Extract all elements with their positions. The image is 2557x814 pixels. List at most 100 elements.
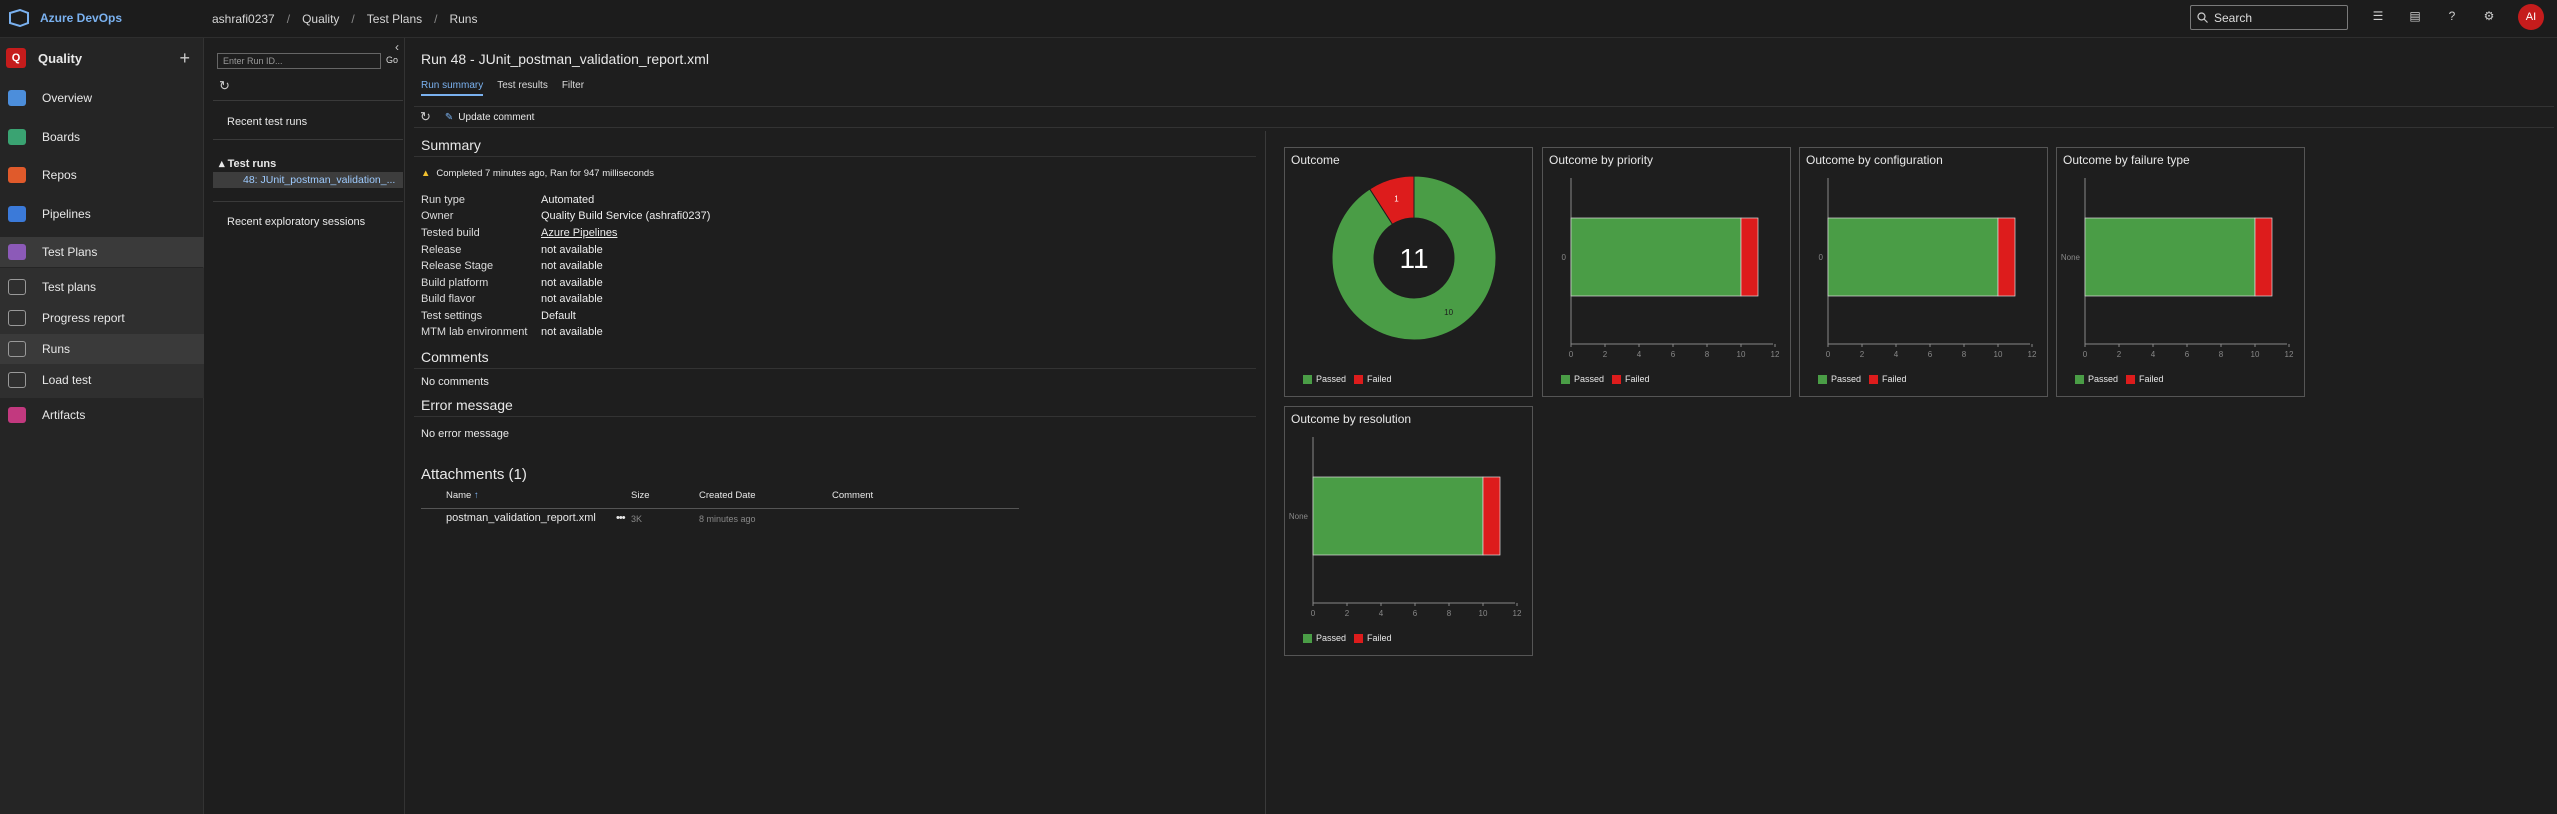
- outcome-by-resolution-card: Outcome by resolution 0 2 4 6 8 10 12 None Pass…: [1284, 406, 1533, 656]
- attachment-date: 8 minutes ago: [699, 514, 756, 524]
- collapse-icon[interactable]: ‹: [395, 40, 399, 54]
- nav-item-pipelines[interactable]: Pipelines: [0, 199, 204, 229]
- category-label: 0: [1819, 253, 1824, 262]
- breadcrumb-project[interactable]: Quality: [302, 12, 339, 26]
- list-icon[interactable]: ☰: [2370, 8, 2386, 24]
- selected-run-item[interactable]: 48: JUnit_postman_validation_...: [213, 172, 403, 188]
- failed-bar: [1482, 476, 1501, 556]
- x-tick-label: 6: [1671, 350, 1676, 359]
- attachment-row[interactable]: postman_validation_report.xml ••• 3K 8 m…: [446, 512, 832, 526]
- nav-label: Load test: [42, 373, 92, 387]
- project-name: Quality: [38, 50, 83, 66]
- prop-value: Default: [541, 310, 576, 322]
- update-comment-button[interactable]: ✎ Update comment: [445, 112, 535, 123]
- legend-failed-label: Failed: [2139, 373, 2164, 384]
- category-label: 0: [1562, 253, 1567, 262]
- prop-value: not available: [541, 293, 603, 305]
- recent-exploratory-link[interactable]: Recent exploratory sessions: [227, 216, 365, 228]
- prop-owner: Owner Quality Build Service (ashrafi0237): [421, 210, 710, 222]
- boards-icon: [8, 129, 26, 145]
- passed-bar: [1312, 476, 1484, 556]
- tab-run-summary[interactable]: Run summary: [421, 80, 484, 96]
- legend-passed: Passed: [2075, 374, 2118, 384]
- slice-label: 10: [1444, 308, 1453, 317]
- search-placeholder: Search: [2214, 10, 2253, 25]
- content-divider: [1265, 131, 1266, 814]
- page-title: Run 48 - JUnit_postman_validation_report…: [421, 51, 709, 67]
- go-button[interactable]: Go: [386, 55, 398, 65]
- add-icon[interactable]: +: [179, 48, 190, 69]
- tab-filter[interactable]: Filter: [562, 80, 584, 96]
- project-header[interactable]: Q Quality +: [6, 47, 196, 69]
- divider: [414, 368, 1256, 369]
- legend-failed-label: Failed: [1625, 373, 1650, 384]
- avatar[interactable]: AI: [2518, 4, 2544, 30]
- nav-label: Artifacts: [42, 408, 86, 422]
- legend: Passed Failed: [1561, 374, 1650, 384]
- x-tick-label: 0: [2083, 350, 2088, 359]
- attachment-name[interactable]: postman_validation_report.xml: [446, 512, 616, 526]
- refresh-icon[interactable]: ↻: [420, 109, 431, 125]
- nav-item-progress-report[interactable]: Progress report: [0, 303, 204, 333]
- x-tick-label: 6: [1928, 350, 1933, 359]
- nav-item-boards[interactable]: Boards: [0, 122, 204, 152]
- nav-item-artifacts[interactable]: Artifacts: [0, 400, 204, 430]
- breadcrumb-test-plans[interactable]: Test Plans: [367, 12, 422, 26]
- refresh-icon[interactable]: ↻: [219, 78, 230, 94]
- recent-test-runs-link[interactable]: Recent test runs: [227, 116, 307, 128]
- breadcrumb-org[interactable]: ashrafi0237: [212, 12, 275, 26]
- test-runs-header[interactable]: ▴ Test runs: [219, 157, 276, 170]
- nav-item-repos[interactable]: Repos: [0, 160, 204, 190]
- prop-key: MTM lab environment: [421, 326, 528, 338]
- azure-devops-logo-icon: [9, 9, 29, 27]
- attachments-header: Attachments (1): [421, 466, 527, 483]
- col-created-date[interactable]: Created Date: [699, 490, 832, 501]
- legend-failed-label: Failed: [1367, 373, 1392, 384]
- brand[interactable]: Azure DevOps: [8, 9, 122, 27]
- clipboard-icon[interactable]: ▤: [2407, 8, 2423, 24]
- tabs: Run summary Test results Filter: [421, 80, 584, 96]
- breadcrumb-separator: /: [351, 12, 355, 26]
- nav-item-test-plans-sub[interactable]: Test plans: [0, 272, 204, 302]
- status-text: Completed 7 minutes ago, Ran for 947 mil…: [436, 168, 654, 179]
- col-size[interactable]: Size: [631, 490, 699, 501]
- divider: [213, 100, 403, 101]
- help-icon[interactable]: ?: [2444, 8, 2460, 24]
- prop-value: not available: [541, 260, 603, 272]
- legend-passed: Passed: [1818, 374, 1861, 384]
- tested-build-link[interactable]: Azure Pipelines: [541, 227, 617, 239]
- nav-item-load-test[interactable]: Load test: [0, 365, 204, 395]
- tab-test-results[interactable]: Test results: [497, 80, 548, 96]
- resolution-bar-chart: 0 2 4 6 8 10 12 None: [1289, 437, 1522, 618]
- prop-value: Automated: [541, 194, 595, 206]
- col-comment[interactable]: Comment: [832, 490, 873, 501]
- nav-item-overview[interactable]: Overview: [0, 83, 204, 113]
- outcome-donut-chart: 1 10 11: [1331, 175, 1497, 341]
- sort-arrow-icon: ↑: [473, 490, 479, 501]
- failed-bar: [1997, 217, 2016, 297]
- x-tick-label: 0: [1311, 609, 1316, 618]
- divider: [213, 139, 403, 140]
- outcome-by-failure-type-card: Outcome by failure type 0 2 4 6 8 10 12 None Pa…: [2056, 147, 2305, 397]
- run-id-input[interactable]: Enter Run ID...: [217, 53, 381, 69]
- pencil-icon: ✎: [444, 111, 454, 123]
- slice-label: 1: [1394, 195, 1399, 204]
- x-tick-label: 4: [1379, 609, 1384, 618]
- more-icon[interactable]: •••: [616, 512, 631, 526]
- user-settings-icon[interactable]: ⚙: [2481, 8, 2497, 24]
- breadcrumb-separator: /: [434, 12, 438, 26]
- col-name[interactable]: Name ↑: [446, 490, 631, 501]
- x-tick-label: 2: [2117, 350, 2122, 359]
- nav-item-runs[interactable]: Runs: [0, 334, 204, 364]
- priority-bar-chart: 0 2 4 6 8 10 12 0: [1562, 178, 1780, 359]
- legend-passed: Passed: [1303, 633, 1346, 643]
- search-input[interactable]: Search: [2190, 5, 2348, 30]
- nav-item-test-plans[interactable]: Test Plans: [0, 237, 204, 267]
- legend-failed: Failed: [1354, 374, 1392, 384]
- nav-label: Overview: [42, 91, 93, 105]
- breadcrumb-runs[interactable]: Runs: [449, 12, 477, 26]
- nav-label: Pipelines: [42, 207, 91, 221]
- divider: [421, 508, 1019, 509]
- prop-run-type: Run type Automated: [421, 194, 594, 206]
- prop-value: not available: [541, 277, 603, 289]
